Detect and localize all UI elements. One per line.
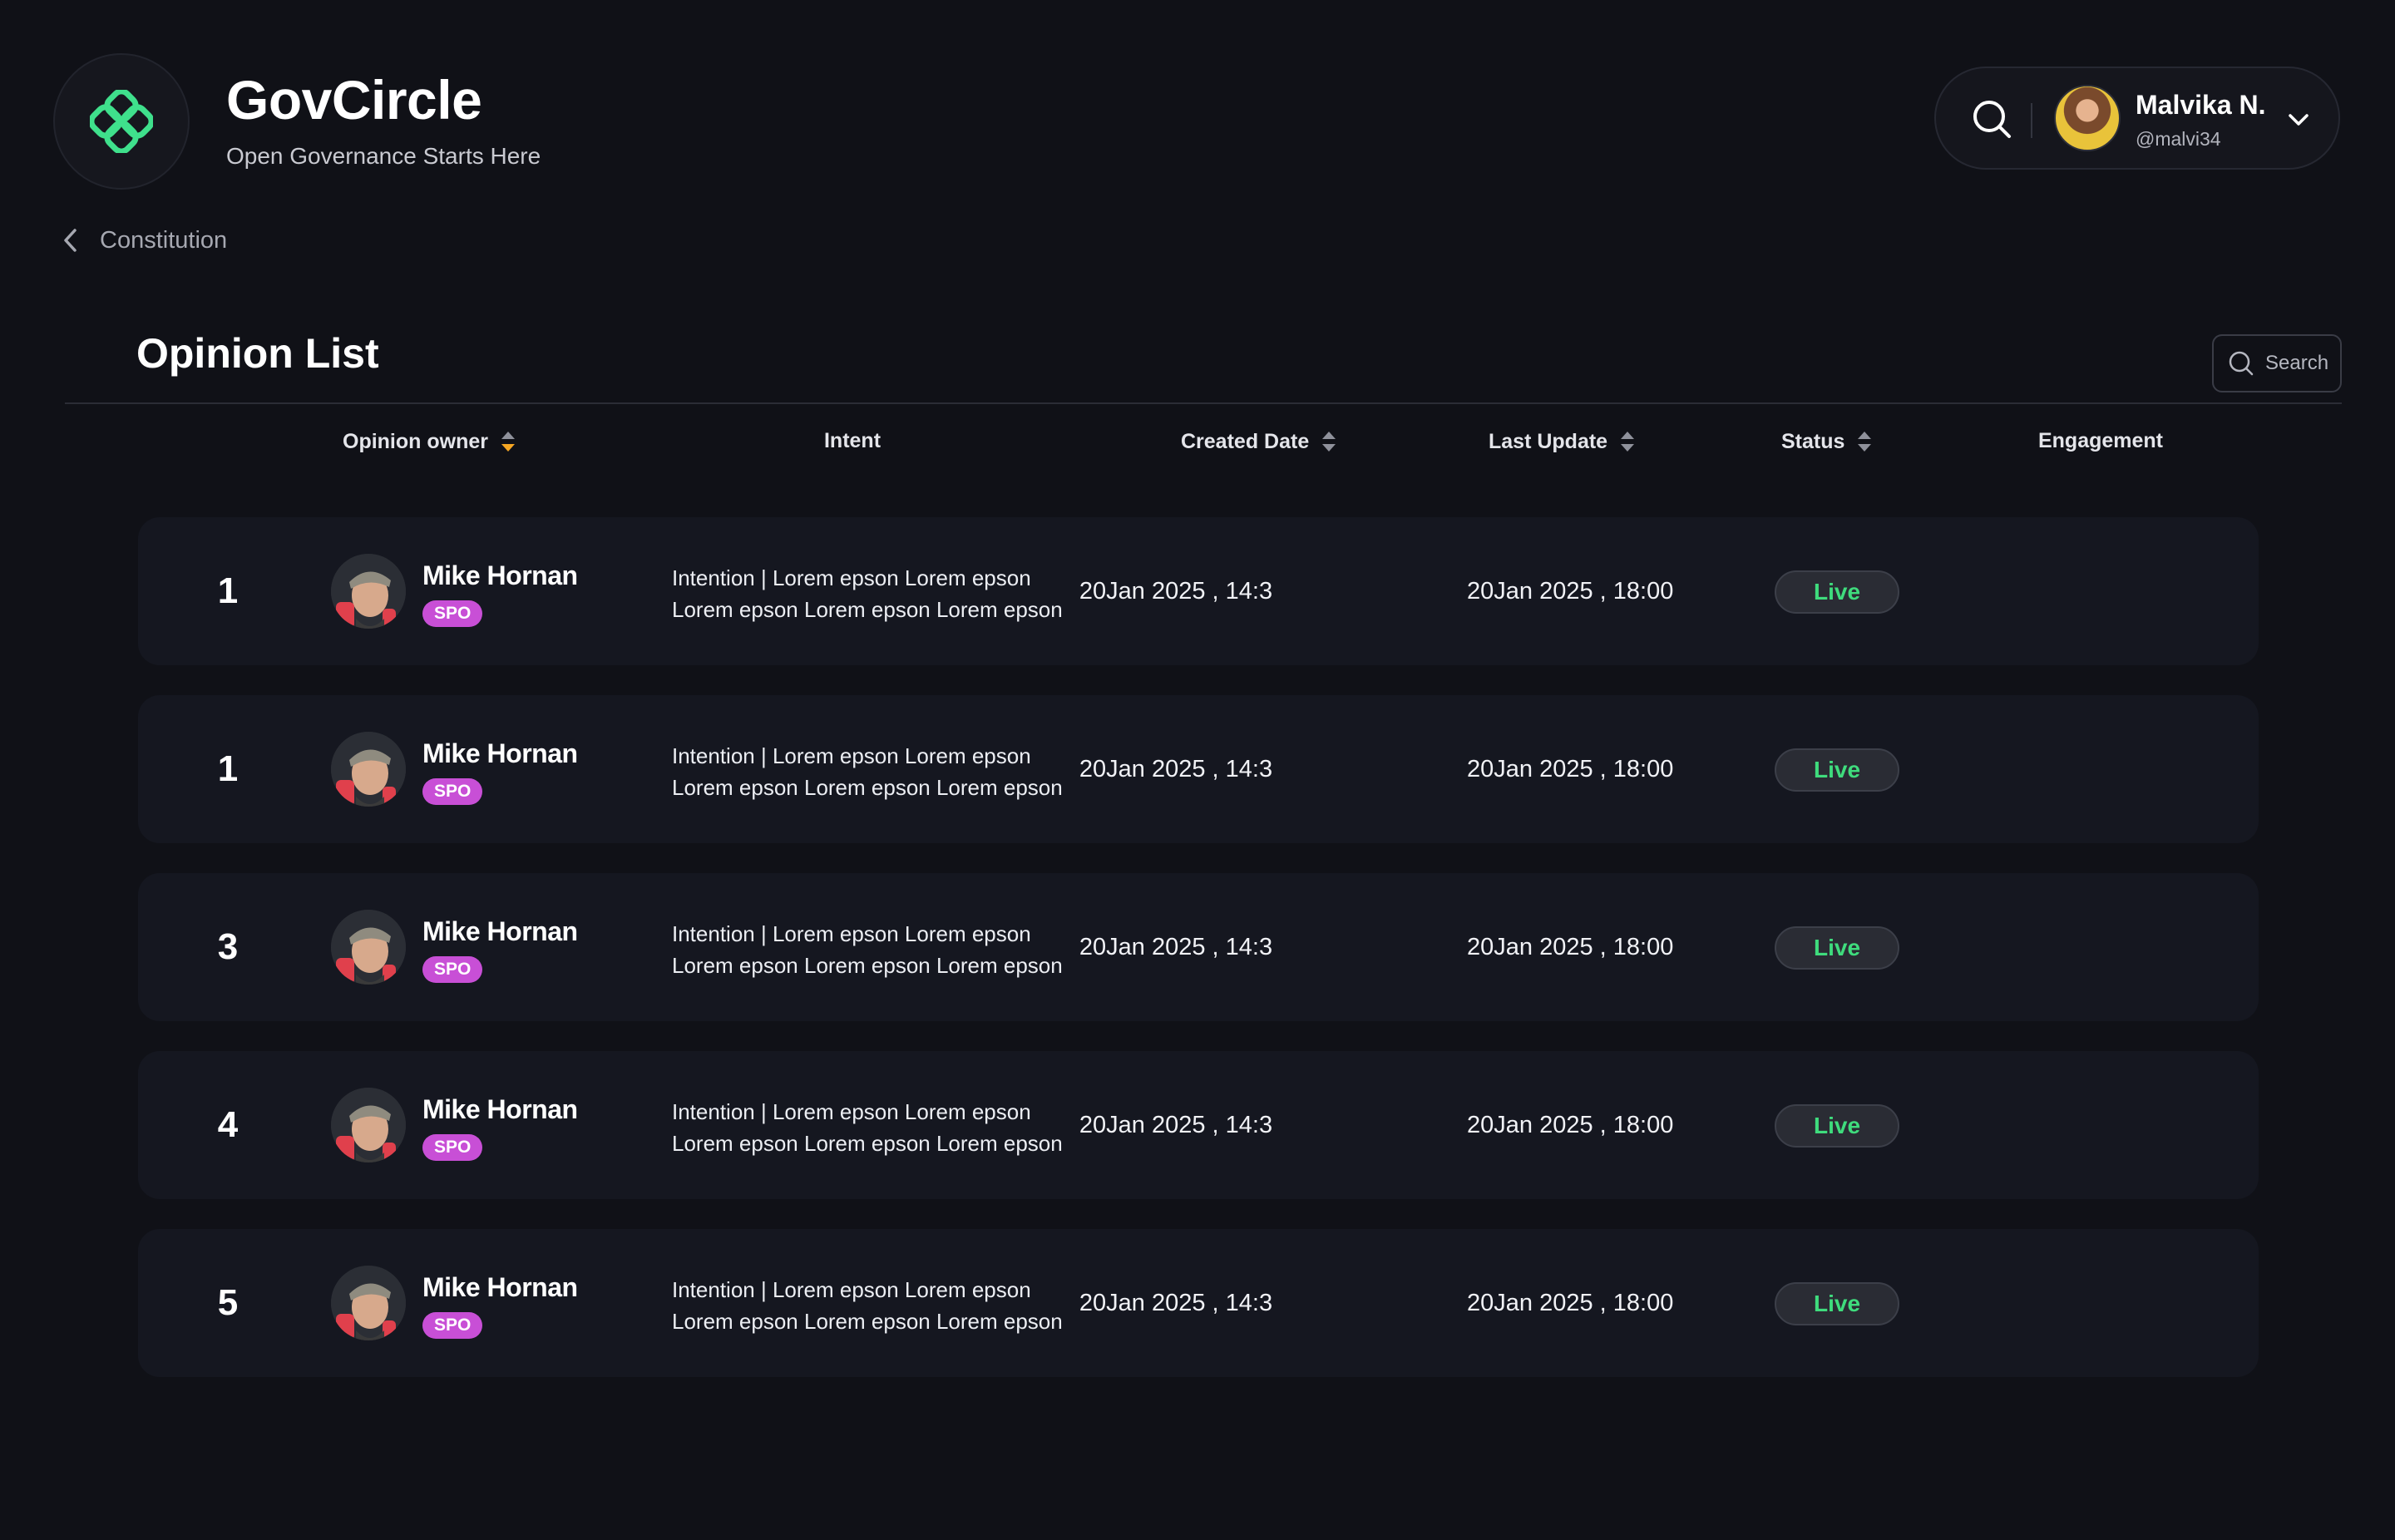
row-number: 4 bbox=[217, 1104, 239, 1145]
column-header-created[interactable]: Created Date bbox=[1181, 429, 1337, 454]
owner-name[interactable]: Mike Hornan bbox=[422, 1094, 578, 1125]
chevron-down-icon[interactable] bbox=[2285, 106, 2312, 133]
table-row[interactable]: 3 Mike Hornan SPO Intention | Lorem epso… bbox=[138, 873, 2259, 1021]
app-title: GovCircle bbox=[226, 69, 482, 131]
created-date: 20Jan 2025 , 14:3 bbox=[1079, 755, 1273, 782]
row-number: 1 bbox=[217, 570, 239, 611]
user-menu[interactable]: Malvika N. @malvi34 bbox=[1934, 67, 2340, 170]
intent-text: Intention | Lorem epson Lorem epson Lore… bbox=[672, 740, 1104, 803]
owner-name[interactable]: Mike Hornan bbox=[422, 560, 578, 591]
intent-text: Intention | Lorem epson Lorem epson Lore… bbox=[672, 1096, 1104, 1159]
intent-text: Intention | Lorem epson Lorem epson Lore… bbox=[672, 918, 1104, 981]
search-input[interactable]: Search bbox=[2212, 334, 2342, 392]
avatar[interactable] bbox=[331, 732, 406, 807]
person-photo-icon bbox=[331, 554, 406, 629]
role-badge: SPO bbox=[422, 956, 483, 983]
avatar[interactable] bbox=[331, 910, 406, 985]
user-handle: @malvi34 bbox=[2136, 128, 2221, 150]
last-update-date: 20Jan 2025 , 18:00 bbox=[1467, 1289, 1674, 1316]
owner-name[interactable]: Mike Hornan bbox=[422, 1272, 578, 1303]
pill-divider bbox=[2031, 103, 2032, 138]
search-placeholder: Search bbox=[2265, 352, 2329, 374]
intent-text: Intention | Lorem epson Lorem epson Lore… bbox=[672, 1274, 1104, 1337]
intent-line-2: Lorem epson Lorem epson Lorem epson bbox=[672, 953, 1063, 978]
last-update-date: 20Jan 2025 , 18:00 bbox=[1467, 755, 1674, 782]
column-label-engagement: Engagement bbox=[2037, 429, 2164, 452]
table-row[interactable]: 1 Mike Hornan SPO Intention | Lorem epso… bbox=[138, 517, 2259, 665]
last-update-date: 20Jan 2025 , 18:00 bbox=[1467, 933, 1674, 960]
avatar[interactable] bbox=[2054, 85, 2121, 151]
owner-name[interactable]: Mike Hornan bbox=[422, 916, 578, 947]
intent-text: Intention | Lorem epson Lorem epson Lore… bbox=[672, 562, 1104, 625]
intent-line-2: Lorem epson Lorem epson Lorem epson bbox=[672, 1131, 1063, 1156]
sort-icon[interactable] bbox=[1619, 429, 1636, 454]
role-badge: SPO bbox=[422, 600, 483, 627]
created-date: 20Jan 2025 , 14:3 bbox=[1079, 577, 1273, 605]
person-photo-icon bbox=[331, 1088, 406, 1162]
role-badge: SPO bbox=[422, 778, 483, 805]
intent-line-1: Intention | Lorem epson Lorem epson bbox=[672, 565, 1031, 590]
table-row[interactable]: 4 Mike Hornan SPO Intention | Lorem epso… bbox=[138, 1051, 2259, 1199]
created-date: 20Jan 2025 , 14:3 bbox=[1079, 1111, 1273, 1138]
sort-icon[interactable] bbox=[1321, 429, 1337, 454]
app-logo[interactable] bbox=[53, 53, 190, 190]
person-photo-icon bbox=[331, 1266, 406, 1340]
column-header-updated[interactable]: Last Update bbox=[1489, 429, 1636, 454]
chevron-left-icon[interactable] bbox=[60, 226, 81, 254]
table-row[interactable]: 5 Mike Hornan SPO Intention | Lorem epso… bbox=[138, 1229, 2259, 1377]
intent-line-2: Lorem epson Lorem epson Lorem epson bbox=[672, 775, 1063, 800]
column-label-intent: Intent bbox=[823, 429, 881, 452]
last-update-date: 20Jan 2025 , 18:00 bbox=[1467, 577, 1674, 605]
avatar[interactable] bbox=[331, 1088, 406, 1162]
avatar[interactable] bbox=[331, 1266, 406, 1340]
section-divider bbox=[65, 402, 2342, 404]
column-header-owner[interactable]: Opinion owner bbox=[343, 429, 516, 454]
clover-knot-icon bbox=[90, 90, 153, 153]
intent-line-1: Intention | Lorem epson Lorem epson bbox=[672, 1277, 1031, 1302]
avatar[interactable] bbox=[331, 554, 406, 629]
status-badge: Live bbox=[1775, 570, 1899, 614]
table-row[interactable]: 1 Mike Hornan SPO Intention | Lorem epso… bbox=[138, 695, 2259, 843]
column-label-owner: Opinion owner bbox=[343, 429, 488, 453]
app-subtitle: Open Governance Starts Here bbox=[226, 143, 541, 169]
person-photo-icon bbox=[331, 732, 406, 807]
person-photo-icon bbox=[331, 910, 406, 985]
owner-name[interactable]: Mike Hornan bbox=[422, 738, 578, 769]
status-badge: Live bbox=[1775, 926, 1899, 970]
intent-line-1: Intention | Lorem epson Lorem epson bbox=[672, 1099, 1031, 1124]
intent-line-1: Intention | Lorem epson Lorem epson bbox=[672, 921, 1031, 946]
search-icon bbox=[2229, 351, 2254, 376]
breadcrumb-label[interactable]: Constitution bbox=[100, 227, 227, 254]
page-title: Opinion List bbox=[136, 330, 379, 377]
row-number: 5 bbox=[217, 1282, 239, 1323]
column-label-created: Created Date bbox=[1181, 429, 1310, 453]
column-label-status: Status bbox=[1781, 429, 1845, 453]
status-badge: Live bbox=[1775, 1282, 1899, 1325]
opinion-list-page: GovCircle Open Governance Starts Here Ma… bbox=[0, 0, 2395, 1540]
row-number: 3 bbox=[217, 926, 239, 967]
status-badge: Live bbox=[1775, 748, 1899, 792]
row-number: 1 bbox=[217, 748, 239, 789]
role-badge: SPO bbox=[422, 1134, 483, 1161]
intent-line-2: Lorem epson Lorem epson Lorem epson bbox=[672, 597, 1063, 622]
breadcrumb[interactable]: Constitution bbox=[60, 226, 227, 254]
column-header-engagement: Engagement bbox=[2038, 429, 2163, 453]
created-date: 20Jan 2025 , 14:3 bbox=[1079, 933, 1273, 960]
column-header-intent: Intent bbox=[824, 429, 881, 453]
column-label-updated: Last Update bbox=[1489, 429, 1608, 453]
user-name: Malvika N. bbox=[2136, 90, 2266, 120]
sort-icon[interactable] bbox=[500, 429, 516, 454]
column-header-status[interactable]: Status bbox=[1781, 429, 1873, 454]
intent-line-2: Lorem epson Lorem epson Lorem epson bbox=[672, 1309, 1063, 1334]
search-icon[interactable] bbox=[1971, 98, 2014, 141]
created-date: 20Jan 2025 , 14:3 bbox=[1079, 1289, 1273, 1316]
intent-line-1: Intention | Lorem epson Lorem epson bbox=[672, 743, 1031, 768]
role-badge: SPO bbox=[422, 1312, 483, 1339]
status-badge: Live bbox=[1775, 1104, 1899, 1148]
sort-icon[interactable] bbox=[1856, 429, 1873, 454]
last-update-date: 20Jan 2025 , 18:00 bbox=[1467, 1111, 1674, 1138]
